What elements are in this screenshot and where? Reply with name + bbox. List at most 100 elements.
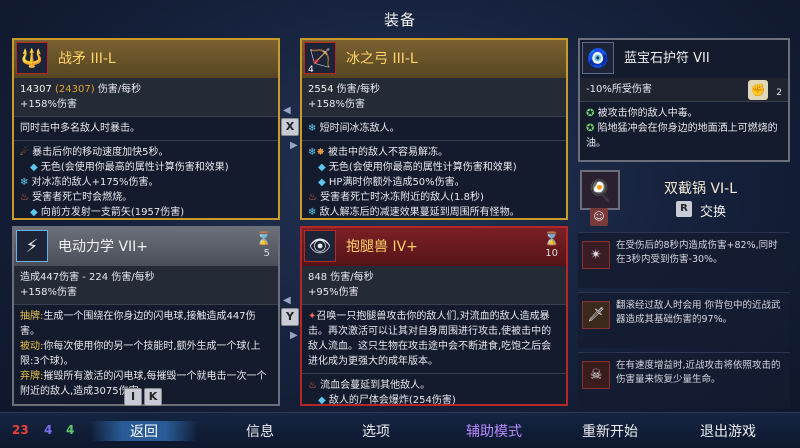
stat-tactics: 4: [44, 423, 53, 437]
frozen-icon: ❄: [308, 207, 317, 218]
swap-key-k[interactable]: K: [144, 388, 162, 406]
skill-bonus: +158%伤害: [20, 287, 77, 298]
affix-1: 被击中的敌人不容易解冻。: [327, 147, 448, 158]
skill-dps: 848 伤害/每秒: [308, 272, 374, 283]
weapon-dps-old: (24307): [55, 84, 95, 95]
stat-survival: 4: [66, 423, 75, 437]
affix-3: 对冰冻的敌人+175%伤害。: [31, 177, 159, 188]
swap-key-y[interactable]: Y: [281, 308, 299, 326]
frozen-icon: ❄: [20, 177, 29, 188]
swap-arrow-left-bottom: ◀: [283, 295, 291, 306]
weapon-card-spear[interactable]: 🔱 战矛 III-L 14307 (24307) 伤害/每秒 +158%伤害 同…: [12, 38, 280, 220]
weapon-affixes: ☄ 暴击后你的移动速度加快5秒。 ◆ 无色(会使用你最高的属性计算伤害和效果) …: [14, 141, 278, 224]
backpack-panel[interactable]: 🍳 ☺ 双截锅 VI-L R 交换: [578, 168, 790, 228]
diamond-icon: ◆: [318, 395, 326, 406]
weapon-stats: 14307 (24307) 伤害/每秒 +158%伤害: [14, 78, 278, 117]
weapon-card-ice-bow[interactable]: 🏹 4 冰之弓 III-L 2554 伤害/每秒 +158%伤害 ❄ 短时间冰冻…: [300, 38, 568, 220]
affix-2: 无色(会使用你最高的属性计算伤害和效果): [40, 162, 229, 173]
skill-line-1-text: 生成一个围绕在你身边的闪电球,接触造成447伤害。: [20, 311, 256, 337]
weapon-card-header: 🔱 战矛 III-L: [14, 40, 278, 78]
affix-5: 向前方发射一支箭矢(1957伤害): [40, 207, 185, 218]
scroll-icon: ✊: [748, 80, 768, 100]
skill-line-2-label: 被动:: [20, 341, 44, 352]
skill-cooldown: 10: [545, 248, 558, 259]
skull-icon: ☠: [582, 361, 610, 389]
wok-icon: 🍳: [580, 170, 620, 210]
affix-4: 受害者死亡时会燃烧。: [32, 192, 133, 203]
swap-arrow-left-top: ◀: [283, 105, 291, 116]
swap-arrow-right-bottom: ▶: [290, 330, 298, 341]
skill-card-electrodynamics[interactable]: ⚡ 电动力学 VII+ ⌛ 5 造成447伤害 - 224 伤害/每秒 +158…: [12, 226, 280, 406]
stat-brutality: 23: [12, 423, 29, 437]
swap-key-x[interactable]: X: [281, 118, 299, 136]
skill-line-3-label: 弃牌:: [20, 371, 44, 382]
skill-desc-text: 召唤一只抱腿兽攻击你的敌人们,对流血的敌人造成暴击。再次激活可以让其对自身周围进…: [308, 311, 552, 367]
skill-name: 抱腿兽 IV+: [346, 239, 418, 255]
page-title: 装备: [383, 11, 416, 29]
diamond-icon: ◆: [30, 162, 38, 173]
amulet-card[interactable]: 🧿 蓝宝石护符 VII -10%所受伤害 ✊ 2 ✪ 被攻击你的敌人中毒。 ✪ …: [578, 38, 790, 162]
restart-button[interactable]: 重新开始: [582, 421, 638, 441]
weapon-desc-text: 同时击中多名敌人时暴击。: [20, 123, 140, 134]
skill-desc: ✦召唤一只抱腿兽攻击你的敌人们,对流血的敌人造成暴击。再次激活可以让其对自身周围…: [302, 305, 566, 374]
affix-2: 无色(会使用你最高的属性计算伤害和效果): [328, 162, 517, 173]
amulet-header: 🧿 蓝宝石护符 VII: [580, 40, 788, 78]
bottom-nav-bar: 23 4 4 返回 信息 选项 辅助模式 重新开始 退出游戏: [0, 412, 800, 448]
skill-stats: 造成447伤害 - 224 伤害/每秒 +158%伤害: [14, 266, 278, 305]
options-button[interactable]: 选项: [362, 421, 390, 441]
weapon-dps-unit: 伤害/每秒: [97, 84, 142, 95]
electric-orb-icon: ⚡: [16, 230, 48, 262]
weapon-dps: 14307: [20, 84, 52, 95]
weapon-bonus: +158%伤害: [20, 99, 77, 110]
info-button[interactable]: 信息: [246, 421, 274, 441]
amulet-affixes: ✪ 被攻击你的敌人中毒。 ✪ 陷地猛冲会在你身边的地面洒上可燃烧的油。: [580, 102, 788, 155]
quit-game-button[interactable]: 退出游戏: [700, 421, 756, 441]
spike-icon: ✴: [582, 241, 610, 269]
swap-label[interactable]: 交换: [700, 201, 726, 220]
weapon-desc-text: 短时间冰冻敌人。: [319, 123, 400, 134]
skill-cooldown: 5: [263, 248, 270, 259]
speed-icon: ☄: [20, 147, 29, 158]
skill-card-header: 👁 抱腿兽 IV+ ⌛ 10: [302, 228, 566, 266]
swap-arrow-right-top: ▶: [290, 140, 298, 151]
weapon-bonus: +158%伤害: [308, 99, 365, 110]
skill-line-2-text: 你每次使用你的另一个技能时,额外生成一个球(上限:3个球)。: [20, 341, 261, 367]
amulet-stats: -10%所受伤害 ✊ 2: [580, 78, 788, 102]
assist-mode-button[interactable]: 辅助模式: [466, 421, 522, 441]
mutation-item: ✴ 在受伤后的8秒内造成伤害+82%,同时在3秒内受到伤害-30%。: [578, 232, 790, 288]
mutation-item: ☠ 在有速度增益时,近战攻击将依照攻击的伤害量来恢复少量生命。: [578, 352, 790, 408]
affix-3: HP满时你额外造成50%伤害。: [328, 177, 465, 188]
spear-icon: 🔱: [16, 42, 48, 74]
affix-4: 受害者死亡时冰冻附近的敌人(1.8秒): [320, 192, 484, 203]
weapon-desc: ❄ 短时间冰冻敌人。: [302, 117, 566, 141]
skill-stats: 848 伤害/每秒 +95%伤害: [302, 266, 566, 305]
explosion-icon: ✸: [316, 147, 325, 158]
frozen-icon: ❄: [308, 123, 317, 134]
mutation-text: 在有速度增益时,近战攻击将依照攻击的伤害量来恢复少量生命。: [616, 360, 781, 385]
back-button[interactable]: 返回: [90, 421, 198, 441]
mutation-item: 🗡 翻滚经过敌人时会用 你背包中的近战武器造成其基础伤害的97%。: [578, 292, 790, 348]
amulet-affix-2: 陷地猛冲会在你身边的地面洒上可燃烧的油。: [586, 123, 778, 149]
swap-key-r[interactable]: R: [676, 201, 692, 217]
skill-card-leghugger[interactable]: 👁 抱腿兽 IV+ ⌛ 10 848 伤害/每秒 +95%伤害 ✦召唤一只抱腿兽…: [300, 226, 568, 406]
poison-icon: ✪: [586, 108, 595, 119]
affix-1: 流血会蔓延到其他敌人。: [320, 380, 431, 391]
dagger-icon: 🗡: [582, 301, 610, 329]
amulet-name: 蓝宝石护符 VII: [624, 51, 710, 66]
amulet-count: 2: [776, 88, 782, 98]
amulet-icon: 🧿: [582, 42, 614, 74]
weapon-desc: 同时击中多名敌人时暴击。: [14, 117, 278, 141]
backpack-name: 双截锅 VI-L: [664, 181, 738, 197]
weapon-level: 4: [308, 65, 314, 75]
affix-5: 敌人解冻后的减速效果蔓延到周围所有怪物。: [319, 207, 520, 218]
fire-icon: ♨: [308, 192, 317, 203]
diamond-icon: ◆: [318, 177, 326, 188]
mutation-text: 翻滚经过敌人时会用 你背包中的近战武器造成其基础伤害的97%。: [616, 300, 781, 325]
affix-1: 暴击后你的移动速度加快5秒。: [32, 147, 169, 158]
swap-key-i[interactable]: I: [124, 388, 142, 406]
hourglass-icon: ⌛: [543, 232, 560, 247]
hourglass-icon: ⌛: [255, 232, 272, 247]
oil-icon: ✪: [586, 123, 595, 134]
weapon-dps: 2554: [308, 84, 334, 95]
mutation-text: 在受伤后的8秒内造成伤害+82%,同时在3秒内受到伤害-30%。: [616, 240, 778, 265]
